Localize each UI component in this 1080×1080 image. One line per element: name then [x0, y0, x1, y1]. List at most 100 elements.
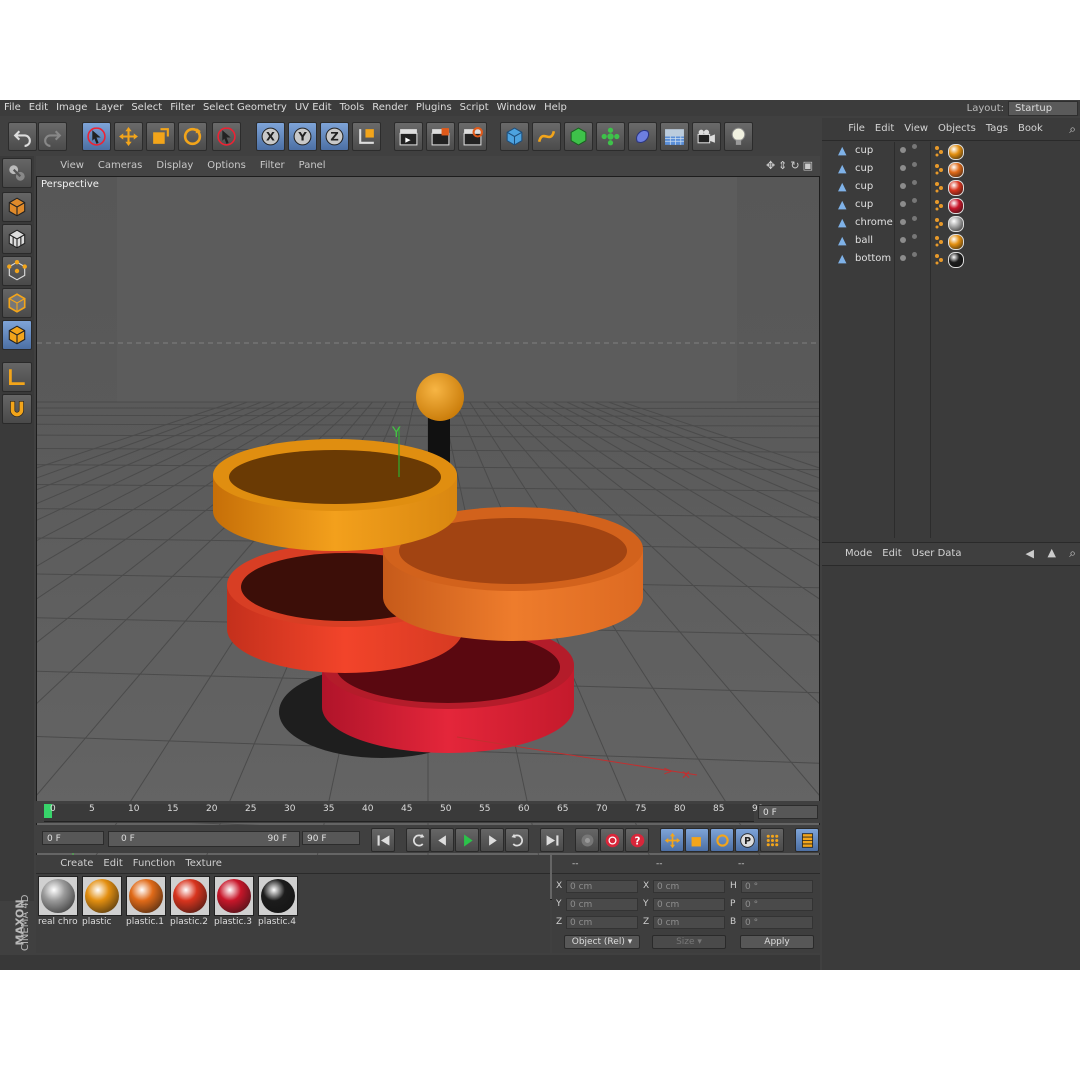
timeline-ruler[interactable]: 051015202530354045505560657075808590 0 F	[36, 801, 820, 823]
toggle-layout-icon[interactable]: ▣	[803, 159, 816, 172]
object-menu-file[interactable]: File	[843, 118, 870, 140]
size-z-field[interactable]: 0 cm	[653, 916, 725, 929]
object-menu-book[interactable]: Book	[1013, 118, 1048, 140]
object-menu-objects[interactable]: Objects	[933, 118, 981, 140]
visibility-editor-toggle[interactable]	[900, 165, 906, 171]
object-row[interactable]: ▲ chrome	[822, 214, 1080, 232]
object-row[interactable]: ▲ ball	[822, 232, 1080, 250]
object-row[interactable]: ▲ cup	[822, 178, 1080, 196]
material-tag-icon[interactable]	[948, 144, 964, 160]
key-position-button[interactable]	[660, 828, 684, 852]
material-menu-edit[interactable]: Edit	[98, 855, 127, 873]
material-swatch[interactable]: plastic.3	[214, 876, 254, 928]
material-tag-icon[interactable]	[948, 162, 964, 178]
menu-filter[interactable]: Filter	[166, 100, 199, 116]
add-deformer-button[interactable]	[628, 122, 657, 151]
key-scale-button[interactable]	[685, 828, 709, 852]
autokey-button[interactable]	[600, 828, 624, 852]
preview-range-slider[interactable]: 0 F 90 F	[108, 831, 300, 847]
add-camera-button[interactable]	[692, 122, 721, 151]
add-array-button[interactable]	[596, 122, 625, 151]
viewport-menu-options[interactable]: Options	[200, 156, 253, 176]
position-x-field[interactable]: 0 cm	[566, 880, 638, 893]
visibility-editor-toggle[interactable]	[900, 237, 906, 243]
key-rotation-button[interactable]	[710, 828, 734, 852]
material-tag-icon[interactable]	[948, 180, 964, 196]
rotate-tool-button[interactable]	[178, 122, 207, 151]
visibility-editor-toggle[interactable]	[900, 183, 906, 189]
pan-view-icon[interactable]: ✥	[766, 159, 778, 172]
next-key-button[interactable]	[505, 828, 529, 852]
add-spline-button[interactable]	[532, 122, 561, 151]
menu-script[interactable]: Script	[456, 100, 493, 116]
object-row[interactable]: ▲ bottom	[822, 250, 1080, 268]
menu-render[interactable]: Render	[368, 100, 412, 116]
record-keys-button[interactable]	[575, 828, 599, 852]
prev-key-button[interactable]	[406, 828, 430, 852]
menu-layer[interactable]: Layer	[91, 100, 127, 116]
visibility-editor-toggle[interactable]	[900, 255, 906, 261]
attribute-menu-mode[interactable]: Mode	[840, 543, 877, 565]
visibility-render-toggle[interactable]	[912, 144, 917, 149]
attribute-menu-user-data[interactable]: User Data	[907, 543, 967, 565]
visibility-editor-toggle[interactable]	[900, 147, 906, 153]
redo-button[interactable]	[38, 122, 67, 151]
material-tag-icon[interactable]	[948, 252, 964, 268]
menu-plugins[interactable]: Plugins	[412, 100, 456, 116]
phong-tag-icon[interactable]	[934, 181, 944, 193]
start-frame-field[interactable]: 0 F	[42, 831, 104, 845]
material-tag-icon[interactable]	[948, 216, 964, 232]
phong-tag-icon[interactable]	[934, 163, 944, 175]
visibility-render-toggle[interactable]	[912, 198, 917, 203]
menu-image[interactable]: Image	[52, 100, 91, 116]
render-picture-viewer-button[interactable]	[426, 122, 455, 151]
snap-button[interactable]	[2, 394, 32, 424]
viewport-menu-cameras[interactable]: Cameras	[91, 156, 149, 176]
z-axis-lock-button[interactable]: Z	[320, 122, 349, 151]
edges-mode-button[interactable]	[2, 288, 32, 318]
workplane-button[interactable]	[2, 362, 32, 392]
rotate-view-icon[interactable]: ↻	[790, 159, 802, 172]
rotation-b-field[interactable]: 0 °	[741, 916, 813, 929]
viewport-menu-filter[interactable]: Filter	[253, 156, 292, 176]
object-menu-edit[interactable]: Edit	[870, 118, 899, 140]
material-swatch[interactable]: plastic.1	[126, 876, 166, 928]
y-axis-lock-button[interactable]: Y	[288, 122, 317, 151]
go-to-start-button[interactable]	[371, 828, 395, 852]
position-y-field[interactable]: 0 cm	[566, 898, 638, 911]
keyframe-selection-button[interactable]: ?	[625, 828, 649, 852]
end-frame-field[interactable]: 90 F	[302, 831, 360, 845]
object-menu-view[interactable]: View	[899, 118, 933, 140]
render-settings-button[interactable]	[458, 122, 487, 151]
viewport-menu-display[interactable]: Display	[149, 156, 200, 176]
phong-tag-icon[interactable]	[934, 145, 944, 157]
undo-button[interactable]	[8, 122, 37, 151]
go-to-end-button[interactable]	[540, 828, 564, 852]
search-icon[interactable]: ⌕	[1069, 122, 1076, 137]
material-menu-create[interactable]: Create	[55, 855, 98, 873]
move-tool-button[interactable]	[114, 122, 143, 151]
prev-frame-button[interactable]	[430, 828, 454, 852]
recent-tool-button[interactable]	[212, 122, 241, 151]
material-swatch[interactable]: plastic.2	[170, 876, 210, 928]
timeline-track[interactable]	[44, 804, 754, 822]
coordinate-mode-dropdown[interactable]: Object (Rel) ▾	[564, 935, 640, 949]
timeline-window-button[interactable]	[795, 828, 819, 852]
texture-mode-button[interactable]	[2, 224, 32, 254]
object-row[interactable]: ▲ cup	[822, 196, 1080, 214]
polygons-mode-button[interactable]	[2, 320, 32, 350]
attribute-menu-edit[interactable]: Edit	[877, 543, 906, 565]
make-editable-button[interactable]	[2, 158, 32, 188]
current-frame-field[interactable]: 0 F	[758, 805, 818, 819]
size-x-field[interactable]: 0 cm	[653, 880, 725, 893]
visibility-render-toggle[interactable]	[912, 234, 917, 239]
material-swatch[interactable]: real chro	[38, 876, 78, 928]
object-row[interactable]: ▲ cup	[822, 160, 1080, 178]
add-scene-button[interactable]	[660, 122, 689, 151]
up-arrow-icon[interactable]: ▲	[1048, 546, 1056, 559]
visibility-editor-toggle[interactable]	[900, 219, 906, 225]
phong-tag-icon[interactable]	[934, 199, 944, 211]
material-tag-icon[interactable]	[948, 198, 964, 214]
phong-tag-icon[interactable]	[934, 217, 944, 229]
visibility-editor-toggle[interactable]	[900, 201, 906, 207]
